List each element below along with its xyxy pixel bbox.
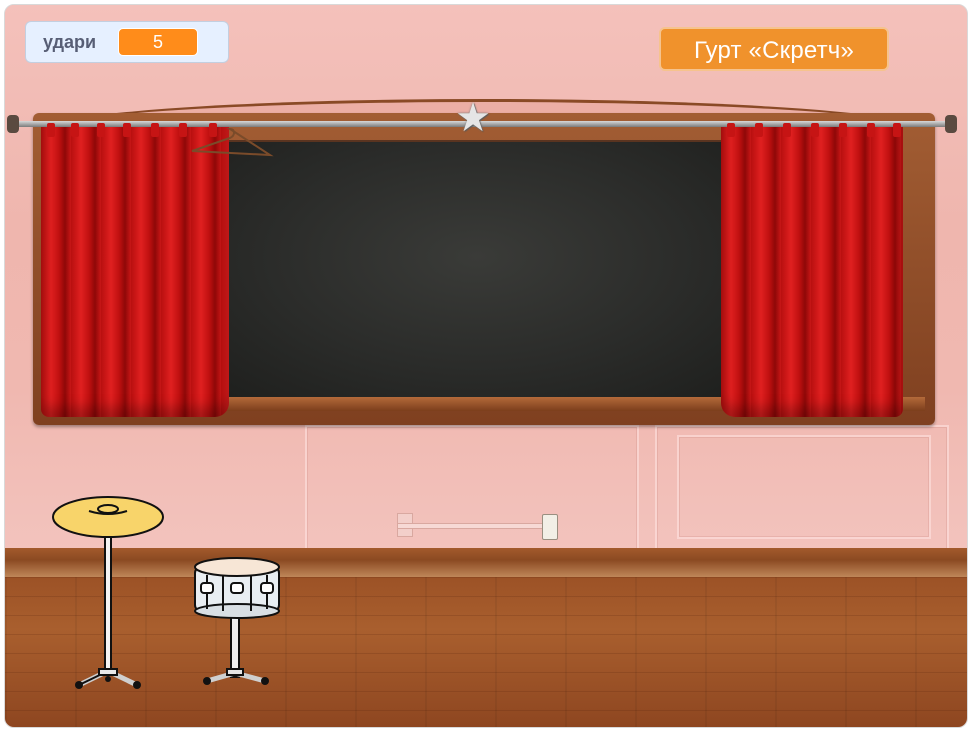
curtain-tab	[893, 123, 901, 137]
curtain-tab	[97, 123, 105, 137]
cymbal-icon[interactable]	[49, 489, 167, 691]
rod-end	[945, 115, 957, 133]
rod-end	[7, 115, 19, 133]
curtain-tab	[179, 123, 187, 137]
variable-monitor: удари 5	[25, 21, 229, 63]
curtain-tab	[783, 123, 791, 137]
curtain-tab	[47, 123, 55, 137]
wall-panel	[677, 435, 931, 539]
monitor-label: удари	[43, 31, 97, 52]
star-icon[interactable]: ★	[452, 97, 494, 139]
curtain-tab	[151, 123, 159, 137]
coat-hanger-icon	[191, 127, 274, 157]
monitor-value: 5	[118, 28, 199, 56]
right-curtain	[721, 127, 903, 417]
blackboard	[210, 140, 744, 399]
wall-pipe	[397, 523, 545, 529]
outlet-icon	[542, 514, 558, 540]
stage[interactable]: ★ удари 5 Гурт «Скретч»	[4, 4, 968, 728]
curtain-tab	[811, 123, 819, 137]
left-curtain	[41, 127, 229, 417]
curtain-tab	[123, 123, 131, 137]
snare-drum-icon[interactable]	[191, 553, 283, 687]
band-name-sign[interactable]: Гурт «Скретч»	[659, 27, 889, 71]
wall-panel	[305, 425, 639, 551]
curtain-tab	[867, 123, 875, 137]
curtain-tab	[727, 123, 735, 137]
curtain-tab	[71, 123, 79, 137]
curtain-tab	[839, 123, 847, 137]
curtain-tab	[755, 123, 763, 137]
